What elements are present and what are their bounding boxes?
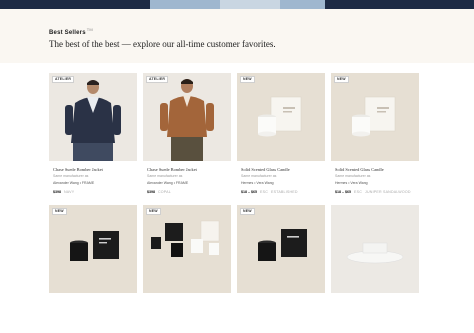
- product-price-row: $18 – $65 ESC JUNIPER SANDALWOOD: [335, 190, 411, 194]
- product-image[interactable]: [331, 205, 419, 293]
- product-image[interactable]: ATELIER: [143, 73, 231, 161]
- product-title[interactable]: Solid Scented Glass Candle: [241, 167, 290, 172]
- product-badge: NEW: [52, 208, 67, 215]
- product-subtitle: Same manufacturer as: [53, 174, 89, 178]
- product-badge: NEW: [334, 76, 349, 83]
- product-scent-2: JUNIPER SANDALWOOD: [365, 190, 411, 194]
- product-color: COPAL: [158, 190, 171, 194]
- product-card-candle-juniper[interactable]: NEW Solid Scented Glass Candle Same manu…: [331, 73, 419, 201]
- product-card-row2-3[interactable]: NEW: [237, 205, 325, 333]
- product-subtitle: Same manufacturer as: [335, 174, 371, 178]
- product-title[interactable]: Solid Scented Glass Candle: [335, 167, 384, 172]
- product-subtitle: Same manufacturer as: [147, 174, 183, 178]
- product-badge: NEW: [240, 76, 255, 83]
- product-color: NAVY: [64, 190, 75, 194]
- product-brands: Hermes • Vera Wang: [241, 181, 274, 185]
- product-badge: NEW: [240, 208, 255, 215]
- product-image[interactable]: NEW: [331, 73, 419, 161]
- product-scent-2: ESTABLISHED: [271, 190, 298, 194]
- hero-image-strip: [0, 0, 474, 9]
- section-headline: The best of the best — explore our all-t…: [49, 39, 276, 49]
- product-price: $398: [53, 190, 61, 194]
- product-price: $398: [147, 190, 155, 194]
- product-price-row: $18 – $65 ESC ESTABLISHED: [241, 190, 298, 194]
- product-brands: Alexander Wang • FRAME: [53, 181, 95, 185]
- product-card-row2-2[interactable]: NEW: [143, 205, 231, 333]
- product-card-row2-1[interactable]: NEW: [49, 205, 137, 333]
- product-image[interactable]: NEW: [143, 205, 231, 293]
- product-image[interactable]: NEW: [237, 205, 325, 293]
- product-card-row2-4[interactable]: [331, 205, 419, 333]
- product-brands: Alexander Wang • FRAME: [147, 181, 189, 185]
- best-sellers-header: [0, 9, 474, 63]
- product-image[interactable]: ATELIER: [49, 73, 137, 161]
- product-scent: ESC: [260, 190, 268, 194]
- product-badge: NEW: [146, 208, 161, 215]
- product-price-row: $398 NAVY: [53, 190, 74, 194]
- product-price: $18 – $65: [241, 190, 257, 194]
- product-brands: Hermes • Vera Wang: [335, 181, 368, 185]
- product-subtitle: Same manufacturer as: [241, 174, 277, 178]
- product-scent: ESC: [354, 190, 362, 194]
- product-image[interactable]: NEW: [237, 73, 325, 161]
- product-card-candle-established[interactable]: NEW Solid Scented Glass Candle Same manu…: [237, 73, 325, 201]
- product-card-bomber-navy[interactable]: ATELIER Chase Suede Bomber Jacket Same m…: [49, 73, 137, 201]
- product-title[interactable]: Chase Suede Bomber Jacket: [53, 167, 103, 172]
- product-price: $18 – $65: [335, 190, 351, 194]
- section-eyebrow: Best SellersTM: [49, 27, 93, 36]
- product-card-bomber-copal[interactable]: ATELIER Chase Suede Bomber Jacket Same m…: [143, 73, 231, 201]
- product-price-row: $398 COPAL: [147, 190, 171, 194]
- product-image[interactable]: NEW: [49, 205, 137, 293]
- product-badge: ATELIER: [146, 76, 169, 83]
- hero-sky-highlight: [220, 0, 280, 9]
- product-title[interactable]: Chase Suede Bomber Jacket: [147, 167, 197, 172]
- product-badge: ATELIER: [52, 76, 75, 83]
